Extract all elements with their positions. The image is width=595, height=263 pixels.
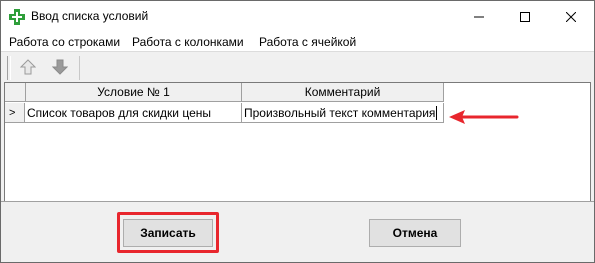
minimize-icon <box>474 16 484 17</box>
maximize-button[interactable] <box>502 1 548 32</box>
minimize-button[interactable] <box>456 1 502 32</box>
move-down-icon <box>52 59 68 75</box>
grid-corner-header <box>5 83 26 102</box>
window-title: Ввод списка условий <box>31 9 149 23</box>
menu-cell[interactable]: Работа с ячейкой <box>259 35 356 49</box>
column-header-comment[interactable]: Комментарий <box>242 83 444 102</box>
red-arrow-icon <box>449 110 519 124</box>
menu-columns[interactable]: Работа с колонками <box>132 35 244 49</box>
toolbar-grip[interactable] <box>7 56 11 80</box>
move-down-button[interactable] <box>49 56 71 78</box>
toolbar <box>1 51 594 83</box>
move-up-icon <box>20 59 36 75</box>
column-header-condition[interactable]: Условие № 1 <box>26 83 242 102</box>
cell-comment-editor[interactable]: Произвольный текст комментария <box>242 103 444 123</box>
cell-condition-text: Список товаров для скидки цены <box>27 105 212 120</box>
close-icon <box>566 11 576 22</box>
conditions-grid[interactable]: Условие № 1 Комментарий > Список товаров… <box>4 82 591 202</box>
save-button-highlight <box>117 212 219 253</box>
dialog-window: Ввод списка условий Работа со строками Р… <box>0 0 595 263</box>
menu-bar: Работа со строками Работа с колонками Ра… <box>1 32 594 51</box>
move-up-button[interactable] <box>17 56 39 78</box>
divider <box>1 201 594 202</box>
close-button[interactable] <box>548 1 594 32</box>
app-cross-icon <box>9 9 25 25</box>
toolbar-separator <box>79 56 80 80</box>
cell-condition[interactable]: Список товаров для скидки цены <box>25 103 242 123</box>
menu-rows[interactable]: Работа со строками <box>9 35 120 49</box>
text-cursor <box>436 105 438 120</box>
row-indicator[interactable]: > <box>5 103 25 123</box>
title-bar[interactable]: Ввод списка условий <box>1 1 594 32</box>
cancel-button[interactable]: Отмена <box>369 219 461 247</box>
cell-comment-text: Произвольный текст комментария <box>244 105 436 120</box>
maximize-icon <box>520 11 530 22</box>
